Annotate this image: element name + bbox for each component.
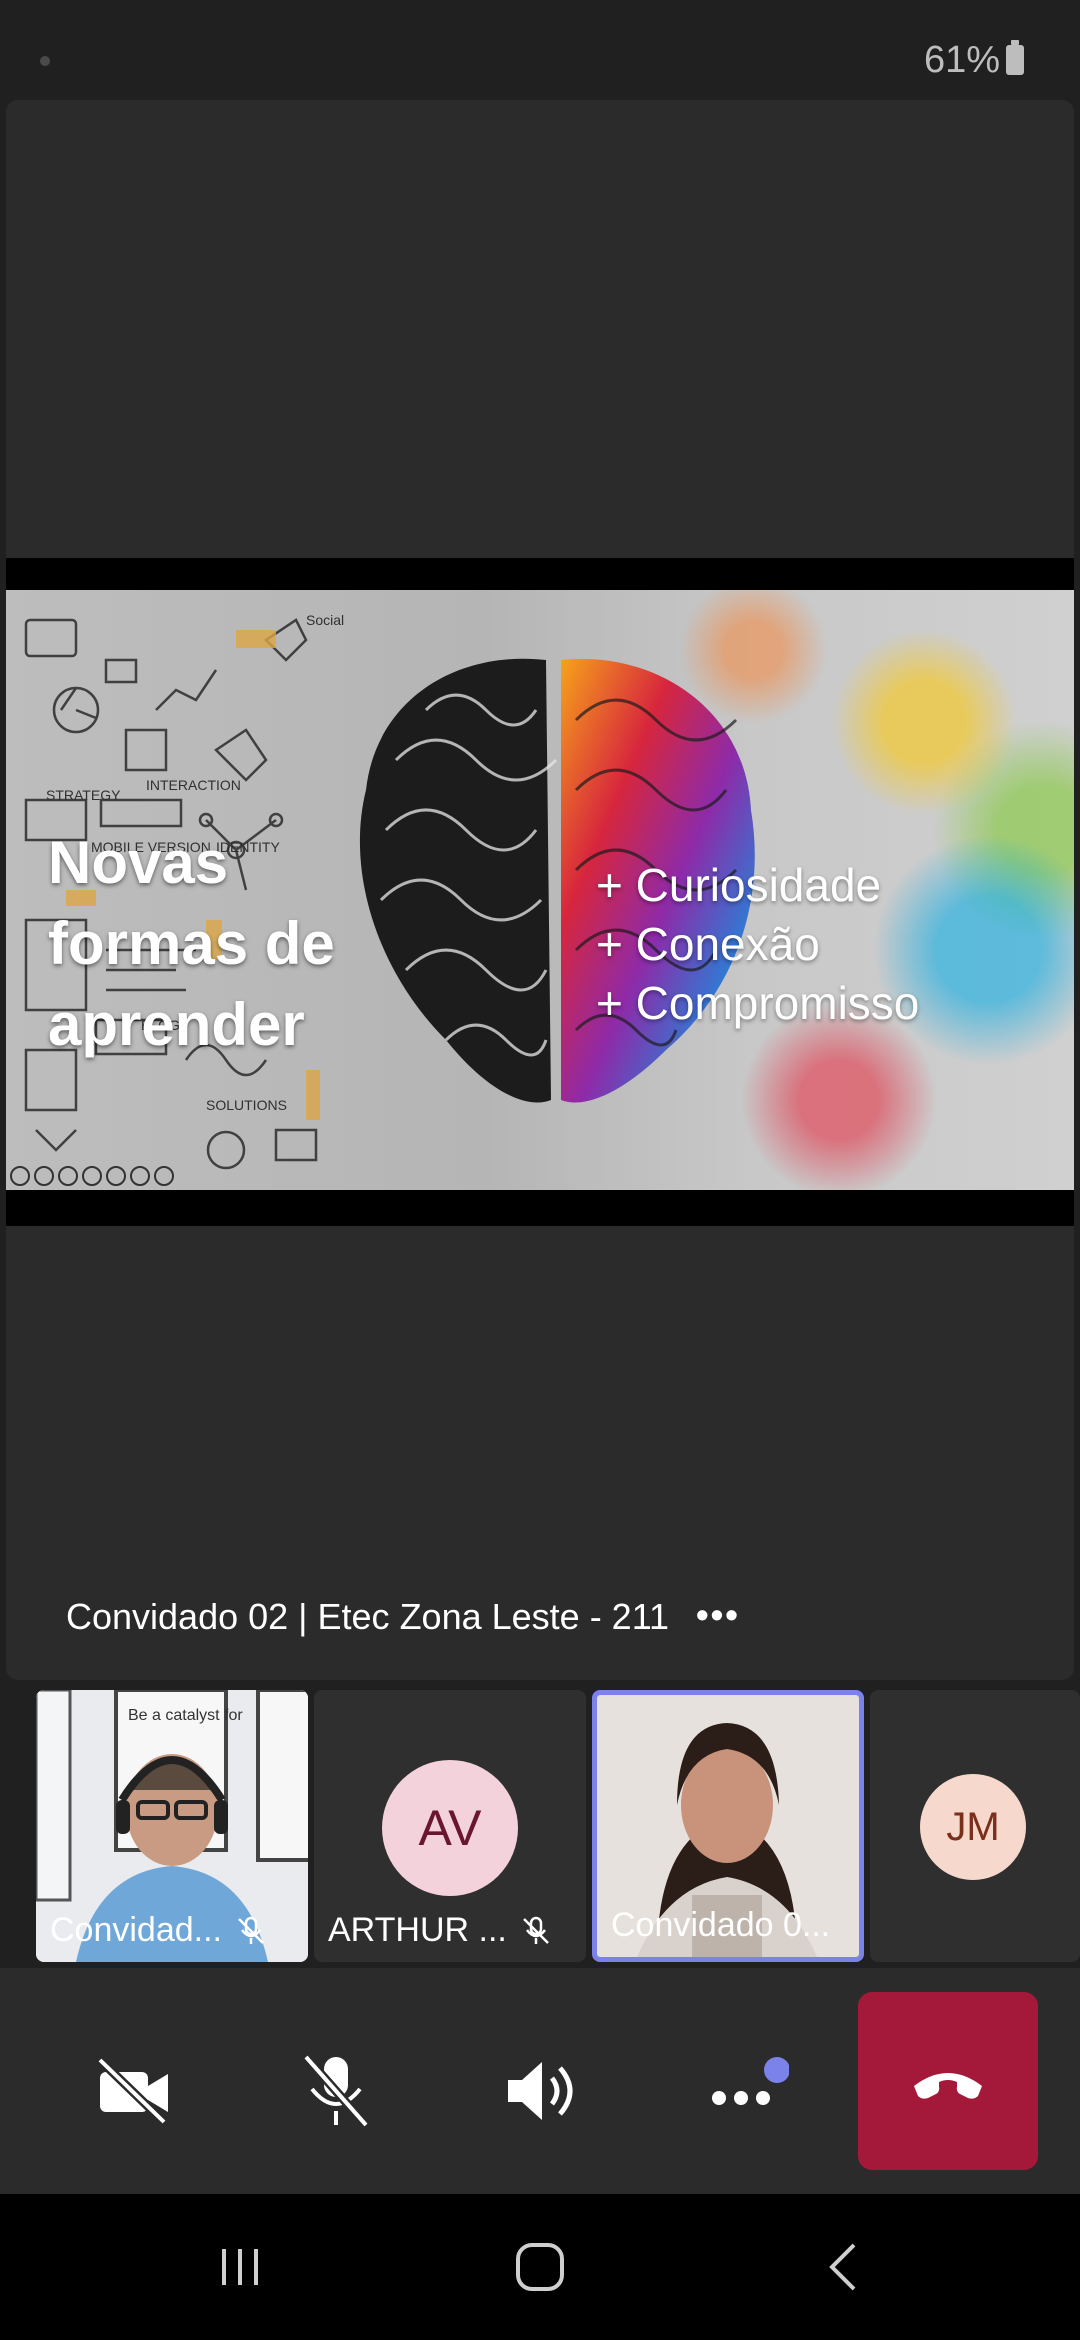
mic-toggle-button[interactable] xyxy=(286,2046,386,2136)
captions-icon[interactable] xyxy=(82,1166,102,1186)
mic-off-icon xyxy=(238,1916,264,1944)
more-icon xyxy=(712,2057,789,2105)
status-bar: 61% xyxy=(0,0,1080,100)
call-controls xyxy=(0,1968,1080,2194)
more-icon[interactable] xyxy=(130,1166,150,1186)
shared-slide: Social STRATEGY INTERACTION MOBILE VERSI… xyxy=(6,558,1074,1226)
participant-strip[interactable]: Be a catalyst for Convidad... AV ARTHUR … xyxy=(0,1690,1080,1962)
participant-name: Convidado 0... xyxy=(611,1906,831,1944)
recent-apps-icon xyxy=(222,2249,258,2285)
participant-label: Convidado 0... xyxy=(597,1906,859,1945)
camera-dot xyxy=(40,56,50,66)
speaker-button[interactable] xyxy=(490,2046,590,2136)
participant-tile[interactable]: JM xyxy=(870,1690,1080,1962)
slide-title-line: aprender xyxy=(48,991,305,1058)
slide-title-line: Novas xyxy=(48,829,229,896)
hang-up-button[interactable] xyxy=(858,1992,1038,2170)
camera-toggle-button[interactable] xyxy=(84,2046,184,2136)
speaker-icon xyxy=(508,2062,573,2120)
recent-apps-button[interactable] xyxy=(200,2232,280,2302)
hang-up-icon xyxy=(914,2073,982,2099)
participant-tile[interactable]: Be a catalyst for Convidad... xyxy=(36,1690,308,1962)
doodle-word: STRATEGY xyxy=(46,787,121,803)
notification-dot xyxy=(764,2057,789,2083)
shared-content-stage[interactable]: Social STRATEGY INTERACTION MOBILE VERSI… xyxy=(6,100,1074,1680)
presentation-toolbar[interactable] xyxy=(10,1166,174,1186)
video-icon[interactable] xyxy=(106,1166,126,1186)
avatar: JM xyxy=(920,1774,1026,1880)
slide-title-line: formas de xyxy=(48,910,335,977)
doodle-word: SOLUTIONS xyxy=(206,1097,287,1113)
participant-tile-active-speaker[interactable]: Convidado 0... xyxy=(592,1690,864,1962)
doodle-word: INTERACTION xyxy=(146,777,241,793)
back-button[interactable] xyxy=(806,2232,886,2302)
presenter-name: Convidado 02 | Etec Zona Leste - 211 xyxy=(66,1596,670,1637)
back-icon xyxy=(829,2243,856,2291)
slide-image: Social STRATEGY INTERACTION MOBILE VERSI… xyxy=(6,590,1074,1190)
pen-icon[interactable] xyxy=(34,1166,54,1186)
battery-indicator: 61% xyxy=(923,38,1024,81)
slide-bullet: + Curiosidade xyxy=(596,859,882,911)
doodle-word: Social xyxy=(306,612,344,628)
slide-bullet-list: + Curiosidade + Conexão + Compromisso xyxy=(596,856,919,1033)
more-options-button[interactable] xyxy=(694,2046,794,2136)
system-navigation-bar xyxy=(0,2194,1080,2340)
participant-label: ARTHUR ... xyxy=(314,1911,586,1950)
mic-off-icon xyxy=(302,2054,370,2128)
home-button[interactable] xyxy=(500,2232,580,2302)
prev-slide-icon[interactable] xyxy=(10,1166,30,1186)
home-icon xyxy=(516,2243,564,2291)
next-slide-icon[interactable] xyxy=(154,1166,174,1186)
participant-label: Convidad... xyxy=(36,1911,308,1950)
participant-name: ARTHUR ... xyxy=(328,1911,507,1949)
slide-bullet: + Compromisso xyxy=(596,977,920,1029)
mic-off-icon xyxy=(522,1916,549,1944)
camera-off-icon xyxy=(96,2056,168,2126)
poster-text: Be a catalyst for xyxy=(128,1707,243,1724)
avatar: AV xyxy=(382,1760,518,1896)
battery-percent: 61% xyxy=(923,38,1000,81)
presenter-more-button[interactable]: ••• xyxy=(696,1594,740,1636)
participant-tile[interactable]: AV ARTHUR ... xyxy=(314,1690,586,1962)
slide-title: Novas formas de aprender xyxy=(48,822,408,1065)
battery-icon xyxy=(1006,40,1024,75)
participant-name: Convidad... xyxy=(50,1911,222,1949)
zoom-icon[interactable] xyxy=(58,1166,78,1186)
slide-bullet: + Conexão xyxy=(596,918,820,970)
